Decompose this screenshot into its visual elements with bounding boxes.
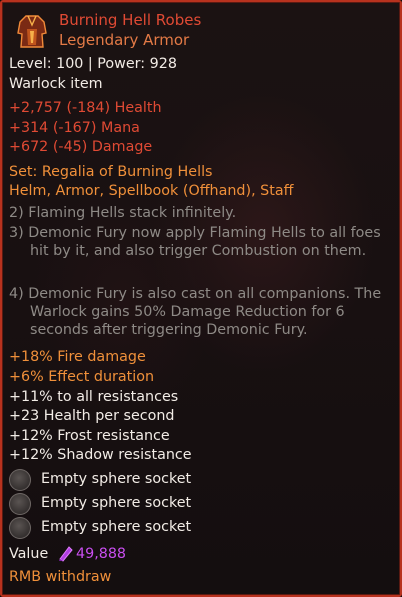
affix-frost-resistance: +12% Frost resistance: [9, 428, 170, 444]
stat-damage: +672 (-45) Damage: [9, 138, 152, 156]
stat-mana-value: +314: [9, 120, 49, 136]
set-bonus-3: 3) Demonic Fury now apply Flaming Hells …: [9, 225, 381, 259]
set-bonus-2: 2) Flaming Hells stack infinitely.: [9, 205, 237, 221]
affix-all-resistances: +11% to all resistances: [9, 389, 179, 405]
sphere-socket-icon: [9, 517, 31, 539]
stat-health-delta: (-184): [66, 100, 111, 116]
stat-mana-delta: (-167): [52, 120, 97, 136]
set-title: Set: Regalia of Burning Hells: [9, 164, 213, 180]
socket-label-1: Empty sphere socket: [41, 471, 192, 487]
affix-health-per-second: +23 Health per second: [9, 408, 175, 424]
item-name: Burning Hell Robes: [59, 11, 202, 29]
level-power: Level: 100 | Power: 928: [9, 56, 177, 72]
sphere-socket-icon: [9, 493, 31, 515]
stat-damage-label: Damage: [91, 139, 153, 155]
item-rarity-type: Legendary Armor: [59, 31, 190, 49]
stat-mana-label: Mana: [100, 120, 140, 136]
stat-health-value: +2,757: [9, 100, 62, 116]
stat-mana: +314 (-167) Mana: [9, 119, 140, 137]
stat-health-label: Health: [114, 100, 162, 116]
legendary-affix-duration: +6% Effect duration: [9, 369, 155, 385]
stat-damage-value: +672: [9, 139, 49, 155]
action-hint: RMB withdraw: [9, 569, 112, 585]
class-item: Warlock item: [9, 76, 103, 92]
legendary-affix-fire: +18% Fire damage: [9, 349, 146, 365]
affix-shadow-resistance: +12% Shadow resistance: [9, 447, 192, 463]
socket-label-3: Empty sphere socket: [41, 519, 192, 535]
set-pieces: Helm, Armor, Spellbook (Offhand), Staff: [9, 183, 294, 199]
item-tooltip: Burning Hell Robes Legendary Armor Level…: [0, 0, 402, 597]
stat-health: +2,757 (-184) Health: [9, 99, 162, 117]
value-amount: 49,888: [76, 546, 127, 562]
value-label: Value: [9, 546, 49, 562]
set-bonus-4: 4) Demonic Fury is also cast on all comp…: [9, 286, 382, 338]
stat-damage-delta: (-45): [52, 139, 88, 155]
gem-icon: [59, 546, 73, 562]
robe-icon: [17, 15, 47, 48]
socket-label-2: Empty sphere socket: [41, 495, 192, 511]
sphere-socket-icon: [9, 469, 31, 491]
